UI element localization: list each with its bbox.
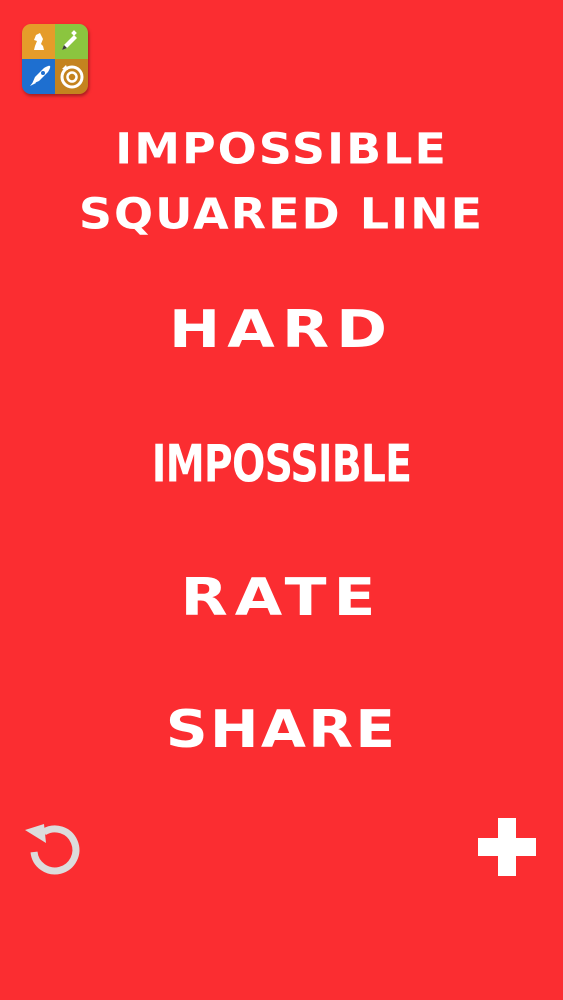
hard-mode-button[interactable]: HARD	[0, 300, 563, 360]
restart-button[interactable]	[22, 818, 88, 878]
game-title-line1: IMPOSSIBLE	[115, 124, 448, 174]
restart-icon	[25, 824, 80, 875]
impossible-mode-button[interactable]: IMPOSSIBLE	[51, 434, 513, 494]
add-button[interactable]	[478, 818, 536, 876]
game-main-menu: IMPOSSIBLE SQUARED LINE HARD IMPOSSIBLE …	[0, 0, 563, 1000]
plus-icon	[478, 818, 536, 876]
share-button[interactable]: SHARE	[0, 700, 563, 760]
app-icon[interactable]	[22, 24, 88, 94]
game-title-line2: SQUARED LINE	[78, 189, 485, 239]
rate-button[interactable]: RATE	[0, 568, 563, 628]
